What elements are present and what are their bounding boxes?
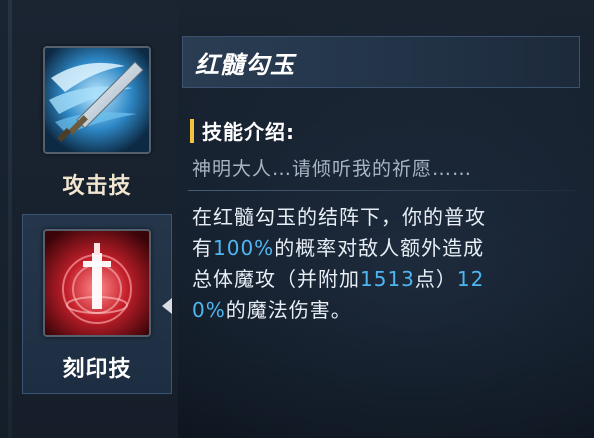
skill-detail-panel: 红髓勾玉 技能介绍: 神明大人…请倾听我的祈愿…… 在红髓勾玉的结阵下，你的普攻…	[182, 36, 582, 428]
section-header: 技能介绍:	[190, 116, 295, 145]
section-title: 技能介绍:	[202, 120, 295, 144]
title-bar: 红髓勾玉	[182, 36, 580, 88]
percent-damage-value-part2: 0%	[192, 298, 226, 322]
red-seal-sword-icon	[43, 229, 151, 337]
skill-slot-attack[interactable]: 攻击技	[22, 46, 172, 200]
selection-pointer-icon	[162, 298, 172, 314]
skill-quote: 神明大人…请倾听我的祈愿……	[192, 158, 473, 180]
skill-label-attack: 攻击技	[62, 174, 132, 199]
section-accent-bar	[190, 118, 194, 143]
skill-sidebar: 攻击技 刻印技	[0, 0, 178, 438]
skill-title: 红髓勾玉	[195, 51, 295, 79]
divider	[188, 190, 576, 191]
desc-line-2: 有100%的概率对敌人额外造成	[192, 236, 485, 260]
desc-line-1: 在红髓勾玉的结阵下，你的普攻	[192, 205, 486, 229]
skill-label-seal: 刻印技	[62, 357, 132, 382]
skill-description: 在红髓勾玉的结阵下，你的普攻 有100%的概率对敌人额外造成 总体魔攻（并附加1…	[192, 202, 572, 326]
flat-damage-value: 1513	[360, 267, 415, 291]
proc-chance-value: 100%	[213, 236, 275, 260]
sword-slash-icon	[43, 46, 151, 154]
desc-line-4: 0%的魔法伤害。	[192, 298, 352, 322]
desc-line-3: 总体魔攻（并附加1513点）12	[192, 267, 485, 291]
skill-slot-seal[interactable]: 刻印技	[22, 214, 172, 394]
percent-damage-value-part1: 12	[456, 267, 485, 291]
sidebar-edge	[8, 0, 12, 438]
